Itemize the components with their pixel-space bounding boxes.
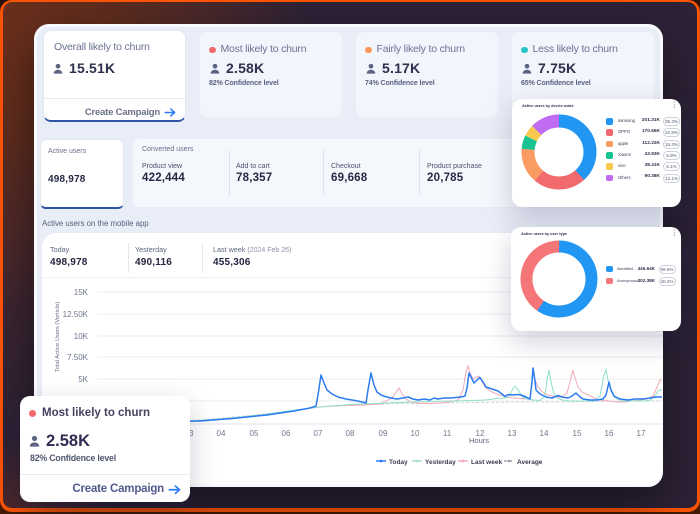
svg-text:17: 17 xyxy=(637,429,646,438)
svg-text:16: 16 xyxy=(605,429,614,438)
svg-text:12.50K: 12.50K xyxy=(63,310,89,319)
svg-text:08: 08 xyxy=(346,429,355,438)
svg-text:Yesterday: Yesterday xyxy=(425,459,456,466)
svg-text:Last week: Last week xyxy=(471,459,502,466)
svg-text:5K: 5K xyxy=(78,375,88,384)
svg-text:10K: 10K xyxy=(74,332,89,341)
svg-text:7.50K: 7.50K xyxy=(67,353,89,362)
svg-text:05: 05 xyxy=(250,429,259,438)
svg-text:Hours: Hours xyxy=(469,436,489,445)
svg-text:14: 14 xyxy=(540,429,549,438)
svg-text:Total Active Users (Verticle): Total Active Users (Verticle) xyxy=(55,302,61,373)
svg-text:Today: Today xyxy=(389,459,408,466)
svg-text:13: 13 xyxy=(508,429,517,438)
svg-text:06: 06 xyxy=(282,429,291,438)
svg-text:07: 07 xyxy=(314,429,323,438)
svg-text:04: 04 xyxy=(217,429,226,438)
svg-text:15K: 15K xyxy=(74,288,89,297)
svg-text:11: 11 xyxy=(443,429,452,438)
svg-text:Average: Average xyxy=(517,459,543,466)
svg-text:10: 10 xyxy=(411,429,420,438)
svg-text:15: 15 xyxy=(573,429,582,438)
svg-text:09: 09 xyxy=(379,429,388,438)
